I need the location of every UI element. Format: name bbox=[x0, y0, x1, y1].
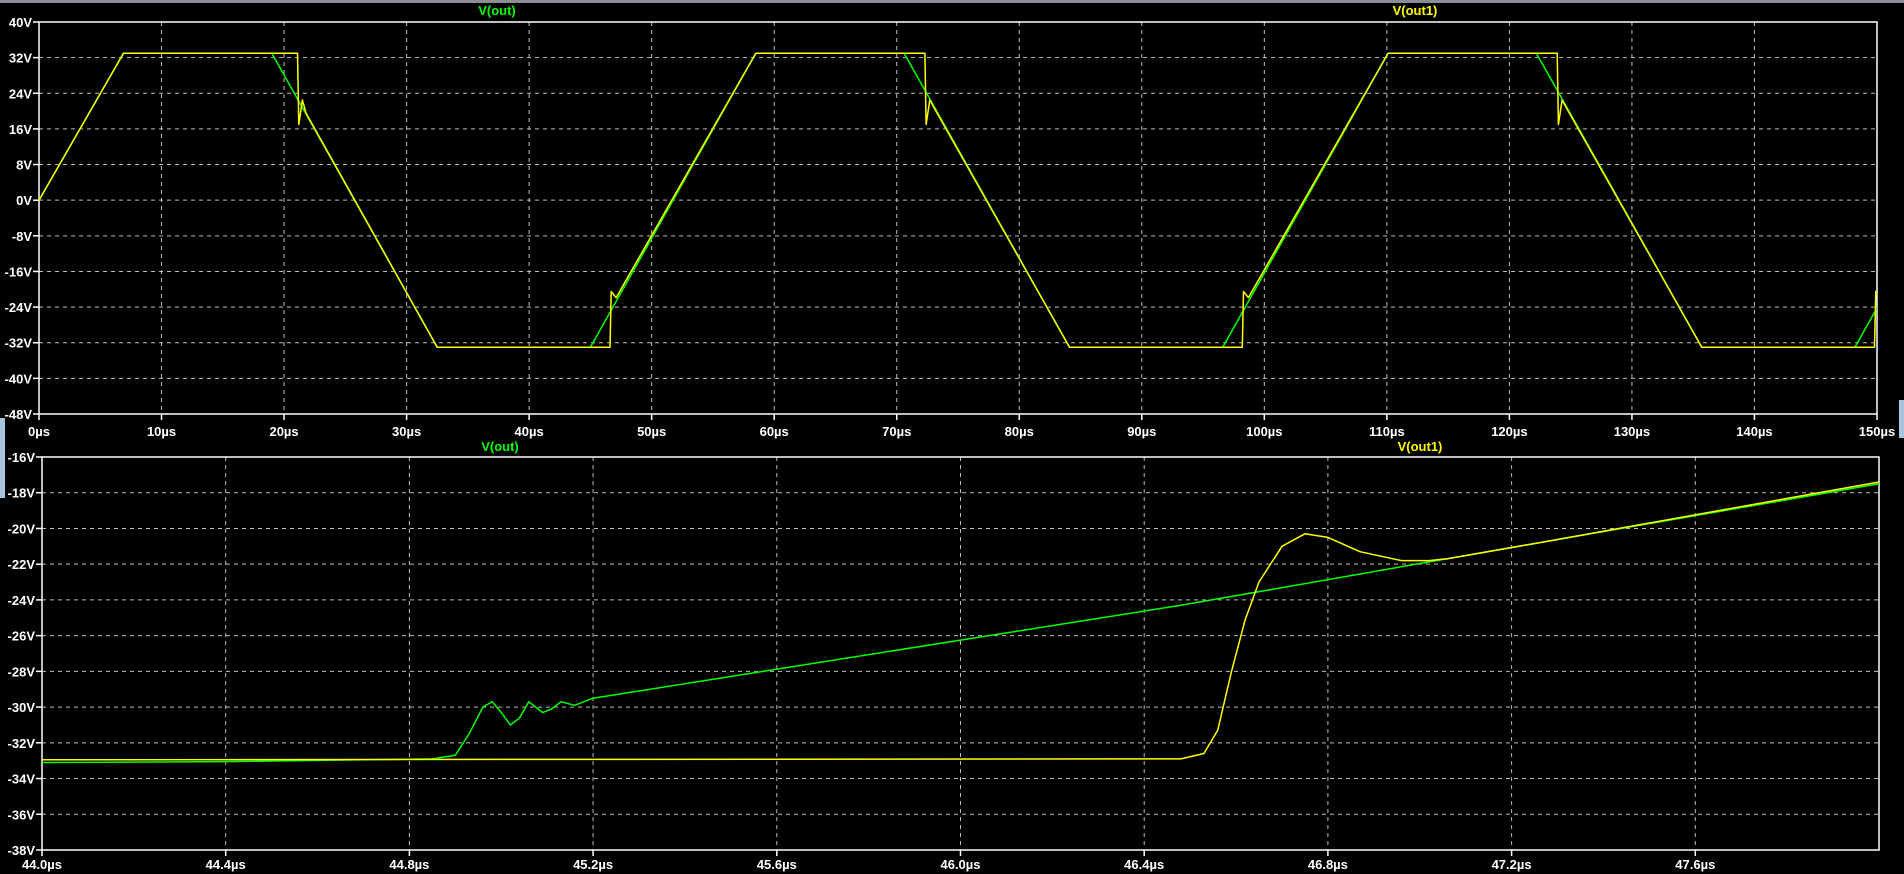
x-tick-label: 45.2µs bbox=[573, 857, 613, 872]
x-tick-label: 45.6µs bbox=[757, 857, 797, 872]
x-tick-label: 90µs bbox=[1127, 424, 1156, 439]
y-tick-label: -32V bbox=[5, 336, 33, 351]
trace-label[interactable]: V(out) bbox=[478, 3, 516, 18]
trace-label[interactable]: V(out1) bbox=[1398, 439, 1443, 454]
y-tick-label: 8V bbox=[16, 158, 32, 173]
y-tick-label: -18V bbox=[8, 486, 36, 501]
x-tick-label: 46.8µs bbox=[1308, 857, 1348, 872]
y-tick-label: -38V bbox=[8, 843, 36, 858]
x-tick-label: 50µs bbox=[637, 424, 666, 439]
x-tick-label: 140µs bbox=[1736, 424, 1772, 439]
y-tick-label: -48V bbox=[5, 407, 33, 422]
x-tick-label: 60µs bbox=[760, 424, 789, 439]
x-tick-label: 46.0µs bbox=[940, 857, 980, 872]
x-tick-label: 30µs bbox=[392, 424, 421, 439]
y-tick-label: 24V bbox=[9, 86, 32, 101]
y-tick-label: -8V bbox=[12, 229, 33, 244]
x-tick-label: 47.2µs bbox=[1492, 857, 1532, 872]
x-tick-label: 47.6µs bbox=[1675, 857, 1715, 872]
x-tick-label: 44.8µs bbox=[389, 857, 429, 872]
waveform-viewer: 40V 32V 24V 16V 8V 0V -8V -16V -24V -32V -40V -48V 0… bbox=[0, 0, 1904, 872]
plot-frame bbox=[38, 21, 1878, 415]
y-tick-label: 0V bbox=[16, 193, 32, 208]
x-tick-label: 150µs bbox=[1859, 424, 1895, 439]
x-tick-label: 10µs bbox=[147, 424, 176, 439]
x-tick-label: 130µs bbox=[1614, 424, 1650, 439]
y-tick-label: -26V bbox=[8, 629, 36, 644]
y-tick-label: 32V bbox=[9, 51, 32, 66]
trace-label[interactable]: V(out) bbox=[481, 439, 519, 454]
x-tick-label: 110µs bbox=[1369, 424, 1405, 439]
x-tick-label: 40µs bbox=[515, 424, 544, 439]
y-tick-label: -24V bbox=[8, 593, 36, 608]
plot-pane-zoomed[interactable]: -16V -18V -20V -22V -24V -26V -28V -30V -32V -34V… bbox=[8, 439, 1880, 872]
y-tick-label: -34V bbox=[8, 772, 36, 787]
x-tick-label: 44.0µs bbox=[22, 857, 62, 872]
plot-pane-full[interactable]: 40V 32V 24V 16V 8V 0V -8V -16V -24V -32V -40V -48V 0… bbox=[5, 3, 1896, 439]
x-tick-label: 120µs bbox=[1491, 424, 1527, 439]
y-tick-label: -20V bbox=[8, 521, 36, 536]
x-tick-label: 44.4µs bbox=[206, 857, 246, 872]
y-tick-label: -32V bbox=[8, 736, 36, 751]
window-top-border bbox=[0, 0, 1904, 3]
y-tick-label: -28V bbox=[8, 664, 36, 679]
pane-splitter-right[interactable] bbox=[1899, 400, 1904, 438]
y-tick-label: 40V bbox=[9, 15, 32, 30]
x-tick-label: 20µs bbox=[269, 424, 298, 439]
y-tick-label: -22V bbox=[8, 557, 36, 572]
x-tick-label: 80µs bbox=[1005, 424, 1034, 439]
trace-label[interactable]: V(out1) bbox=[1393, 3, 1438, 18]
y-tick-label: -36V bbox=[8, 807, 36, 822]
y-tick-label: -24V bbox=[5, 300, 33, 315]
x-tick-label: 46.4µs bbox=[1124, 857, 1164, 872]
y-tick-label: -30V bbox=[8, 700, 36, 715]
trace-vout[interactable] bbox=[41, 483, 1880, 764]
y-tick-label: -16V bbox=[8, 450, 36, 465]
y-tick-label: -40V bbox=[5, 371, 33, 386]
x-tick-label: 70µs bbox=[882, 424, 911, 439]
x-tick-label: 0µs bbox=[28, 424, 50, 439]
x-tick-label: 100µs bbox=[1246, 424, 1282, 439]
y-tick-label: 16V bbox=[9, 122, 32, 137]
y-tick-label: -16V bbox=[5, 264, 33, 279]
pane-splitter-left[interactable] bbox=[0, 418, 5, 498]
